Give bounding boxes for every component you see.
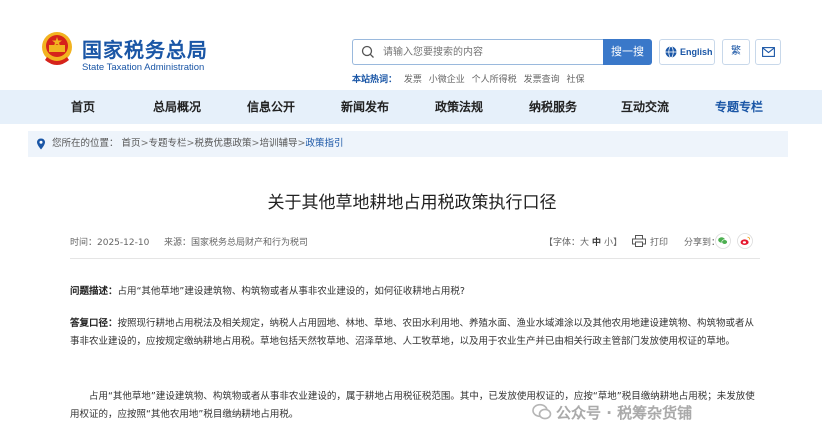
article-meta: 时间：2025-12-10 来源：国家税务总局财产和行为税司 【字体：大中小】 … <box>70 233 760 251</box>
search-icon <box>361 45 374 58</box>
question-text: 占用“其他草地”建设建筑物、构筑物或者从事非农业建设的，如何征收耕地占用税? <box>117 286 465 297</box>
mail-button[interactable] <box>755 39 781 65</box>
breadcrumb-prefix: 您所在的位置： <box>52 138 119 149</box>
wechat-watermark: 公众号 · 税筹杂货铺 <box>532 402 692 423</box>
hot-words-label: 本站热词： <box>352 75 398 85</box>
nav-tax-service[interactable]: 纳税服务 <box>508 90 598 124</box>
logo-title-en[interactable]: State Taxation Administration <box>82 62 204 73</box>
hot-words-row: 本站热词： 发票 小微企业 个人所得税 发票查询 社保 <box>352 72 584 85</box>
breadcrumb-training[interactable]: 培训辅导 <box>260 138 298 149</box>
nav-home[interactable]: 首页 <box>38 90 128 124</box>
breadcrumb: 您所在的位置： 首页>专题专栏>税费优惠政策>培训辅导>政策指引 <box>28 131 788 157</box>
national-emblem-icon[interactable] <box>40 30 74 68</box>
globe-icon <box>665 46 677 58</box>
breadcrumb-tax-incentives[interactable]: 税费优惠政策 <box>195 138 252 149</box>
breadcrumb-current[interactable]: 政策指引 <box>305 138 343 149</box>
answer-paragraph: 答复口径：按照现行耕地占用税法及相关规定，纳税人占用园地、林地、草地、农田水利用… <box>70 315 760 351</box>
publish-time: 时间：2025-12-10 <box>70 238 150 248</box>
article-title: 关于其他草地耕地占用税政策执行口径 <box>267 193 557 213</box>
english-button[interactable]: English <box>659 39 715 65</box>
hot-word-small-business[interactable]: 小微企业 <box>429 75 465 85</box>
location-pin-icon <box>37 138 45 150</box>
search-input[interactable] <box>383 40 599 64</box>
nav-overview[interactable]: 总局概况 <box>132 90 222 124</box>
font-size-medium[interactable]: 中 <box>592 238 601 248</box>
search-button[interactable]: 搜一搜 <box>603 39 652 65</box>
question-label: 问题描述： <box>70 286 118 297</box>
font-size-prefix: 【字体： <box>544 238 581 248</box>
font-size-small[interactable]: 小 <box>604 238 613 248</box>
hot-word-fapiao[interactable]: 发票 <box>404 75 422 85</box>
breadcrumb-separator: > <box>251 138 260 149</box>
font-size-suffix: 】 <box>613 238 623 248</box>
wechat-share-icon[interactable] <box>715 233 731 249</box>
nav-info-disclosure[interactable]: 信息公开 <box>226 90 316 124</box>
hot-word-social-security[interactable]: 社保 <box>566 75 584 85</box>
weibo-share-icon[interactable] <box>737 233 753 249</box>
nav-interaction[interactable]: 互动交流 <box>600 90 690 124</box>
nav-policy[interactable]: 政策法规 <box>414 90 504 124</box>
wechat-logo-icon <box>532 403 552 420</box>
main-nav: 首页 总局概况 信息公开 新闻发布 政策法规 纳税服务 互动交流 专题专栏 <box>0 90 822 124</box>
breadcrumb-separator: > <box>140 138 149 149</box>
nav-special-topics[interactable]: 专题专栏 <box>694 90 784 124</box>
breadcrumb-separator: > <box>186 138 195 149</box>
hot-word-income-tax[interactable]: 个人所得税 <box>472 75 517 85</box>
answer-label: 答复口径： <box>70 318 118 329</box>
meta-divider <box>70 258 760 259</box>
traditional-chinese-button[interactable]: 繁 <box>722 39 750 65</box>
font-size-large[interactable]: 大 <box>580 238 589 248</box>
mail-icon <box>762 47 775 57</box>
english-label: English <box>680 47 713 57</box>
font-size-control: 【字体：大中小】 <box>544 235 622 248</box>
print-button[interactable]: 打印 <box>650 235 668 248</box>
article-source: 来源：国家税务总局财产和行为税司 <box>164 238 309 248</box>
search-box <box>352 39 604 65</box>
breadcrumb-trail: 您所在的位置： 首页>专题专栏>税费优惠政策>培训辅导>政策指引 <box>52 131 344 157</box>
nav-news[interactable]: 新闻发布 <box>320 90 410 124</box>
breadcrumb-special-topics[interactable]: 专题专栏 <box>149 138 187 149</box>
breadcrumb-home[interactable]: 首页 <box>122 138 141 149</box>
hot-word-fapiao-query[interactable]: 发票查询 <box>524 75 560 85</box>
site-header: 国家税务总局 State Taxation Administration 搜一搜… <box>0 0 822 88</box>
question-paragraph: 问题描述：占用“其他草地”建设建筑物、构筑物或者从事非农业建设的，如何征收耕地占… <box>70 283 760 301</box>
watermark-text: 公众号 · 税筹杂货铺 <box>556 404 693 422</box>
answer-text: 按照现行耕地占用税法及相关规定，纳税人占用园地、林地、草地、农田水利用地、养殖水… <box>70 318 755 347</box>
print-icon[interactable] <box>632 235 646 247</box>
logo-title-cn[interactable]: 国家税务总局 <box>82 34 208 63</box>
